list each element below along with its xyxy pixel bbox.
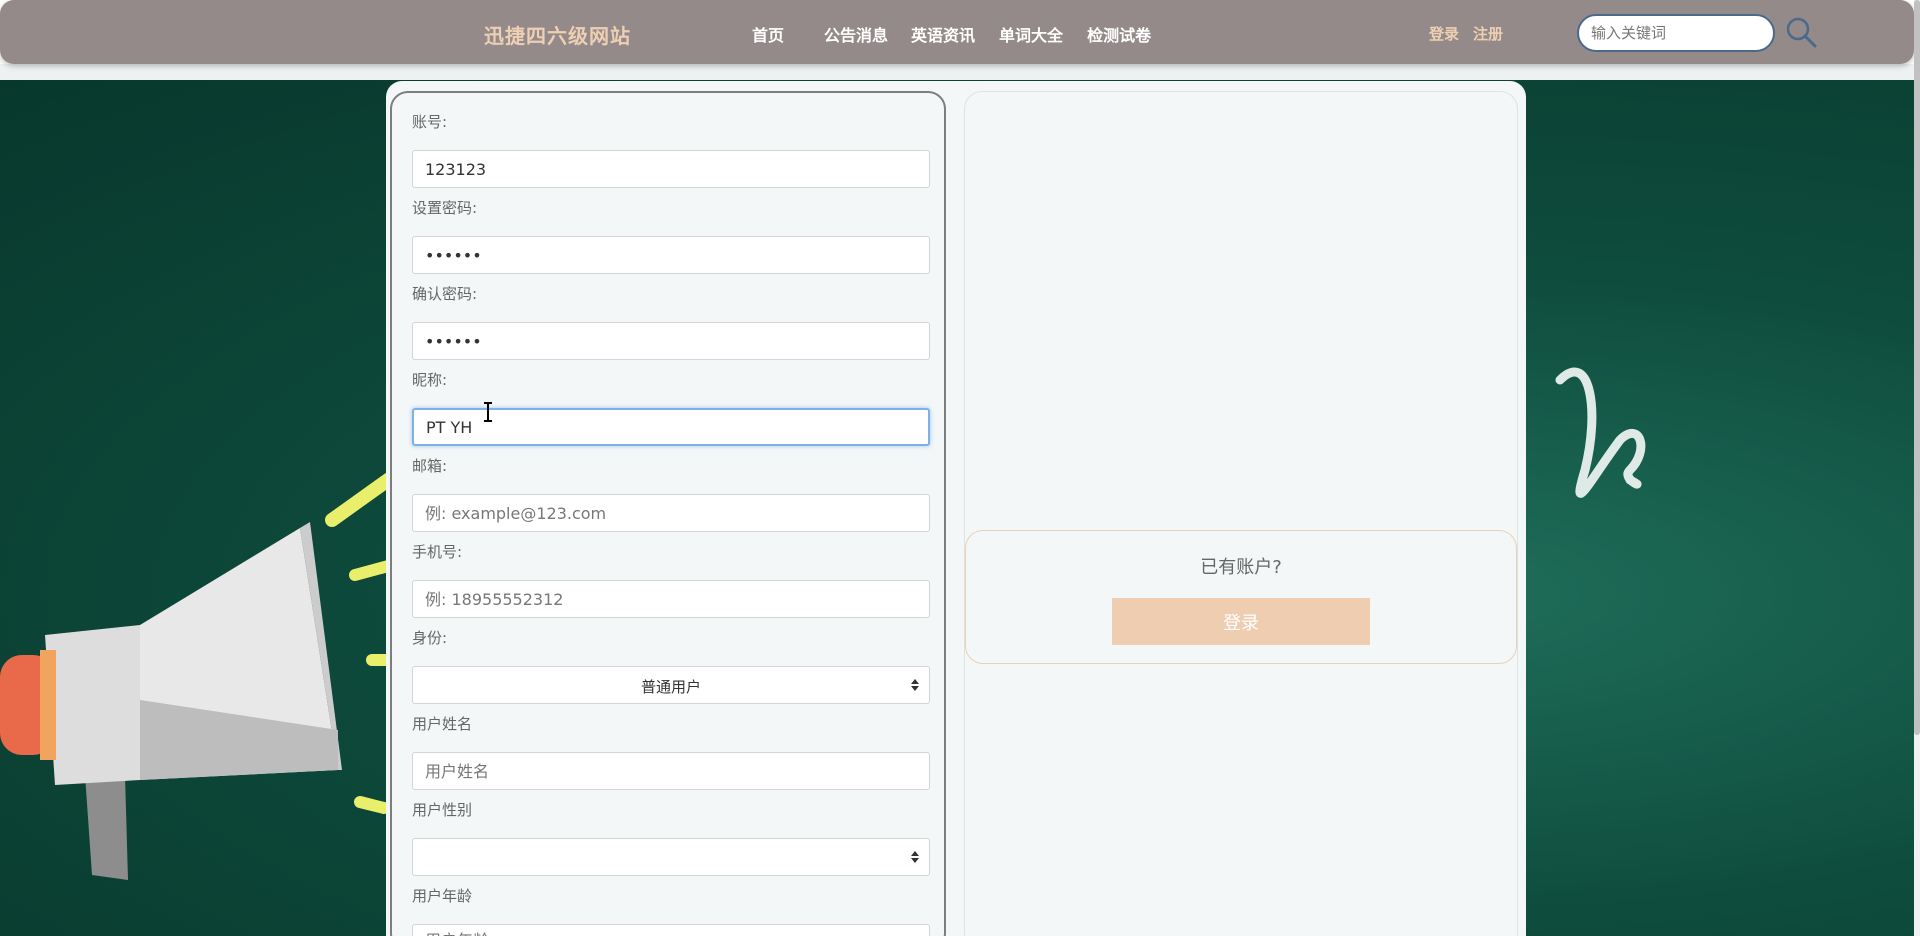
scrollbar-thumb[interactable] — [1914, 0, 1920, 735]
top-navbar: 迅捷四六级网站 首页 公告消息 英语资讯 单词大全 检测试卷 登录 注册 — [0, 0, 1914, 64]
nav-tests[interactable]: 检测试卷 — [1087, 22, 1151, 46]
nav-vocabulary[interactable]: 单词大全 — [999, 22, 1063, 46]
register-link[interactable]: 注册 — [1473, 23, 1503, 44]
site-brand[interactable]: 迅捷四六级网站 — [484, 20, 631, 49]
gender-label: 用户性别 — [412, 801, 473, 819]
nav-home[interactable]: 首页 — [752, 22, 784, 46]
account-input[interactable] — [412, 150, 930, 188]
role-field: 身份: 普通用户 — [412, 628, 930, 704]
header-spacer — [0, 64, 1914, 80]
age-field: 用户年龄 — [412, 886, 930, 936]
phone-label: 手机号: — [412, 543, 463, 561]
role-select[interactable]: 普通用户 — [412, 666, 930, 704]
phone-field: 手机号: — [412, 542, 930, 618]
search-input[interactable] — [1577, 14, 1775, 52]
nav-announcements[interactable]: 公告消息 — [824, 22, 888, 46]
login-link[interactable]: 登录 — [1429, 23, 1459, 44]
select-arrows-icon — [911, 851, 919, 863]
password-field: 设置密码: — [412, 198, 930, 274]
confirm-password-input[interactable] — [412, 322, 930, 360]
have-account-text: 已有账户? — [1200, 557, 1282, 578]
username-input[interactable] — [412, 752, 930, 790]
login-button[interactable]: 登录 — [1112, 598, 1370, 645]
age-input[interactable] — [412, 924, 930, 936]
account-label: 账号: — [412, 113, 448, 131]
phone-input[interactable] — [412, 580, 930, 618]
page: 迅捷四六级网站 首页 公告消息 英语资讯 单词大全 检测试卷 登录 注册 账号:… — [0, 0, 1920, 936]
username-label: 用户姓名 — [412, 715, 473, 733]
gender-field: 用户性别 — [412, 800, 930, 876]
main-nav: 首页 公告消息 英语资讯 单词大全 检测试卷 — [752, 22, 1173, 46]
age-label: 用户年龄 — [412, 887, 473, 905]
role-label: 身份: — [412, 629, 448, 647]
search-icon[interactable] — [1784, 16, 1818, 50]
text-cursor-icon — [484, 402, 492, 422]
confirm-password-field: 确认密码: — [412, 284, 930, 360]
username-field: 用户姓名 — [412, 714, 930, 790]
email-label: 邮箱: — [412, 457, 448, 475]
confirm-password-label: 确认密码: — [412, 285, 478, 303]
nav-english-news[interactable]: 英语资讯 — [911, 22, 975, 46]
auth-links: 登录 注册 — [1429, 23, 1517, 44]
gender-select[interactable] — [412, 838, 930, 876]
password-label: 设置密码: — [412, 199, 478, 217]
select-arrows-icon — [911, 679, 919, 691]
nickname-label: 昵称: — [412, 371, 448, 389]
account-field: 账号: — [412, 112, 930, 188]
role-selected-value: 普通用户 — [640, 678, 701, 696]
password-input[interactable] — [412, 236, 930, 274]
email-input[interactable] — [412, 494, 930, 532]
right-panel — [964, 91, 1518, 936]
email-field: 邮箱: — [412, 456, 930, 532]
